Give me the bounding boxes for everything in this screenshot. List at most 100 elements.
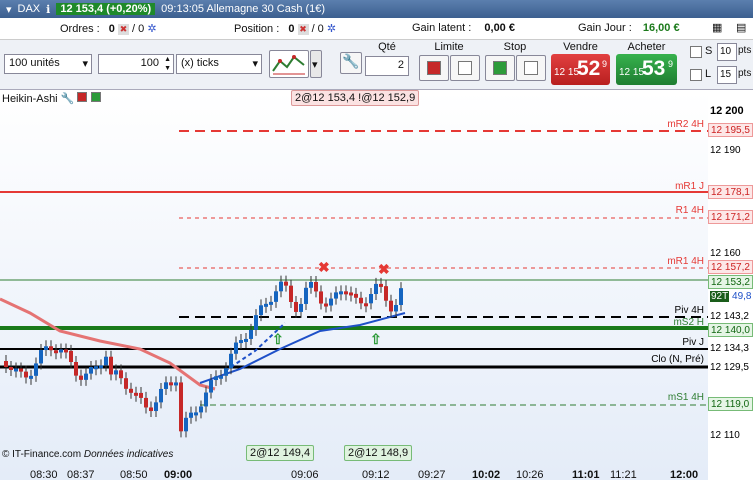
close-icon[interactable]: ✖ bbox=[297, 23, 309, 35]
settings-icon[interactable]: ✲ bbox=[327, 23, 336, 35]
level-price-r1-4h: 12 171,2 bbox=[708, 210, 753, 224]
candle-body bbox=[394, 305, 398, 312]
candle-body bbox=[114, 370, 118, 375]
time-label: 08:50 bbox=[120, 469, 148, 481]
units-value: 100 unités bbox=[9, 57, 60, 69]
sell-price-sup: 9 bbox=[602, 59, 608, 69]
indicator-marker: 92T 49,8 bbox=[708, 290, 753, 304]
stop-checkbox[interactable] bbox=[690, 46, 702, 58]
time-label: 09:00 bbox=[164, 469, 193, 481]
level-label-mr2-4h: mR2 4H bbox=[667, 119, 704, 130]
down-arrow-icon[interactable] bbox=[77, 92, 88, 102]
level-label-piv-j: Piv J bbox=[682, 337, 704, 348]
candle-body bbox=[134, 392, 138, 396]
candle-body bbox=[99, 365, 103, 369]
quantity-input[interactable]: 100 ▲ ▼ bbox=[98, 54, 174, 74]
credits: © IT-Finance.com Données indicatives bbox=[2, 449, 173, 460]
wrench-icon[interactable]: 🔧 bbox=[61, 93, 75, 105]
position-info: Position : 0 ✖ / 0 ✲ bbox=[234, 22, 336, 35]
buy-price-big: 53 bbox=[642, 57, 666, 80]
buy-order-tag-1[interactable]: 2@12 149,4 bbox=[246, 445, 315, 461]
moving-average-red bbox=[0, 297, 216, 391]
axis-tick-label: 12 110 bbox=[710, 430, 740, 441]
candle-body bbox=[379, 283, 383, 287]
ticks-select[interactable]: (x) ticks ▾ bbox=[176, 54, 262, 74]
settings-icon[interactable]: ✲ bbox=[147, 23, 156, 35]
sell-button[interactable]: 12 15 52 9 bbox=[551, 54, 610, 85]
units-select[interactable]: 100 unités ▾ bbox=[4, 54, 92, 74]
level-price-mr2-4h: 12 195,5 bbox=[708, 123, 753, 137]
close-icon[interactable]: ✖ bbox=[117, 23, 129, 35]
day-label: Gain Jour : bbox=[578, 22, 632, 34]
candle-body bbox=[289, 285, 293, 302]
buy-button[interactable]: 12 15 53 9 bbox=[616, 54, 677, 85]
limit-edit-button[interactable] bbox=[450, 55, 480, 81]
up-arrow-icon[interactable] bbox=[90, 92, 101, 102]
buy-arrow-icon: ⇧ bbox=[370, 331, 382, 347]
level-label-piv-4h: Piv 4H bbox=[674, 305, 704, 316]
limit-buy-icon bbox=[427, 61, 441, 75]
candle-body bbox=[319, 291, 323, 304]
candle-body bbox=[54, 350, 58, 354]
price-chart[interactable]: ✖ ✖ ⇧ ⇧ Heikin-Ashi 🔧 2@12 153,4 !@12 152,9… bbox=[0, 90, 753, 481]
candle-body bbox=[14, 368, 18, 372]
buy-order-tag-2[interactable]: 2@12 148,9 bbox=[344, 445, 413, 461]
time-label: 09:12 bbox=[362, 469, 390, 481]
plot-area[interactable]: ✖ ✖ ⇧ ⇧ Heikin-Ashi 🔧 2@12 153,4 !@12 152,9… bbox=[0, 90, 708, 481]
candle-body bbox=[19, 368, 23, 372]
limit-checkbox[interactable] bbox=[690, 69, 702, 81]
level-price-piv-j: 12 134,3 bbox=[710, 343, 749, 354]
candle-body bbox=[194, 412, 198, 416]
indicator-value: 49,8 bbox=[732, 291, 752, 302]
candle-body bbox=[199, 406, 203, 413]
grid-icon[interactable]: ▦ bbox=[712, 21, 722, 34]
time-label: 09:27 bbox=[418, 469, 446, 481]
orders-label: Ordres : bbox=[60, 23, 100, 35]
price-change-badge: 12 153,4 (+0,20%) bbox=[56, 3, 156, 15]
position-label: Position : bbox=[234, 23, 280, 35]
candle-body bbox=[334, 292, 338, 299]
qte-input[interactable]: 2 bbox=[365, 56, 409, 76]
time-label: 08:37 bbox=[67, 469, 95, 481]
orders-value2: / 0 bbox=[132, 23, 145, 35]
level-label-mr1-4h: mR1 4H bbox=[667, 256, 704, 267]
stop-label: Stop bbox=[503, 41, 527, 53]
level-label-ms2-h: mS2 H bbox=[673, 317, 704, 328]
candle-body bbox=[214, 376, 218, 381]
candle-body bbox=[4, 361, 8, 367]
candle-body bbox=[44, 346, 48, 351]
candle-body bbox=[169, 382, 173, 386]
candle-body bbox=[399, 288, 403, 306]
s-input[interactable]: 10 bbox=[717, 43, 737, 61]
limite-label: Limite bbox=[434, 41, 464, 53]
chevron-down-icon: ▾ bbox=[82, 58, 88, 70]
sell-order-tag[interactable]: 2@12 153,4 !@12 152,9 bbox=[291, 90, 420, 106]
candle-body bbox=[39, 350, 43, 364]
stop-edit-button[interactable] bbox=[516, 55, 546, 81]
price-axis[interactable]: 12 200 12 195,5 12 190 12 178,1 12 171,2… bbox=[708, 91, 753, 480]
strategy-chart-button[interactable] bbox=[269, 50, 309, 78]
strategy-dropdown[interactable]: ▾ bbox=[310, 50, 322, 78]
menu-icon[interactable]: ▤ bbox=[736, 21, 746, 34]
info-icon[interactable]: ℹ bbox=[46, 3, 50, 16]
level-price-last: 12 153,2 bbox=[708, 275, 753, 289]
symbol[interactable]: DAX bbox=[18, 3, 41, 15]
limit-buy-button[interactable] bbox=[419, 55, 449, 81]
sell-price-big: 52 bbox=[577, 57, 601, 80]
candle-body bbox=[174, 382, 178, 386]
stepper-icon[interactable]: ▲ ▼ bbox=[164, 55, 171, 73]
chevron-down-icon: ▾ bbox=[252, 58, 258, 70]
dropdown-icon[interactable]: ▾ bbox=[6, 3, 12, 16]
candle-body bbox=[244, 338, 248, 342]
candle-body bbox=[189, 412, 193, 418]
time-label: 11:21 bbox=[610, 469, 637, 481]
candle-body bbox=[239, 340, 243, 344]
chart-canvas[interactable]: ✖ ✖ ⇧ ⇧ bbox=[0, 91, 708, 480]
candle-body bbox=[64, 349, 68, 353]
wrench-button[interactable]: 🔧 bbox=[340, 52, 362, 74]
time-label: 11:01 bbox=[572, 469, 600, 481]
stop-buy-button[interactable] bbox=[485, 55, 515, 81]
candle-body bbox=[79, 375, 83, 380]
l-input[interactable]: 15 bbox=[717, 66, 737, 84]
stop-buy-icon bbox=[493, 61, 507, 75]
